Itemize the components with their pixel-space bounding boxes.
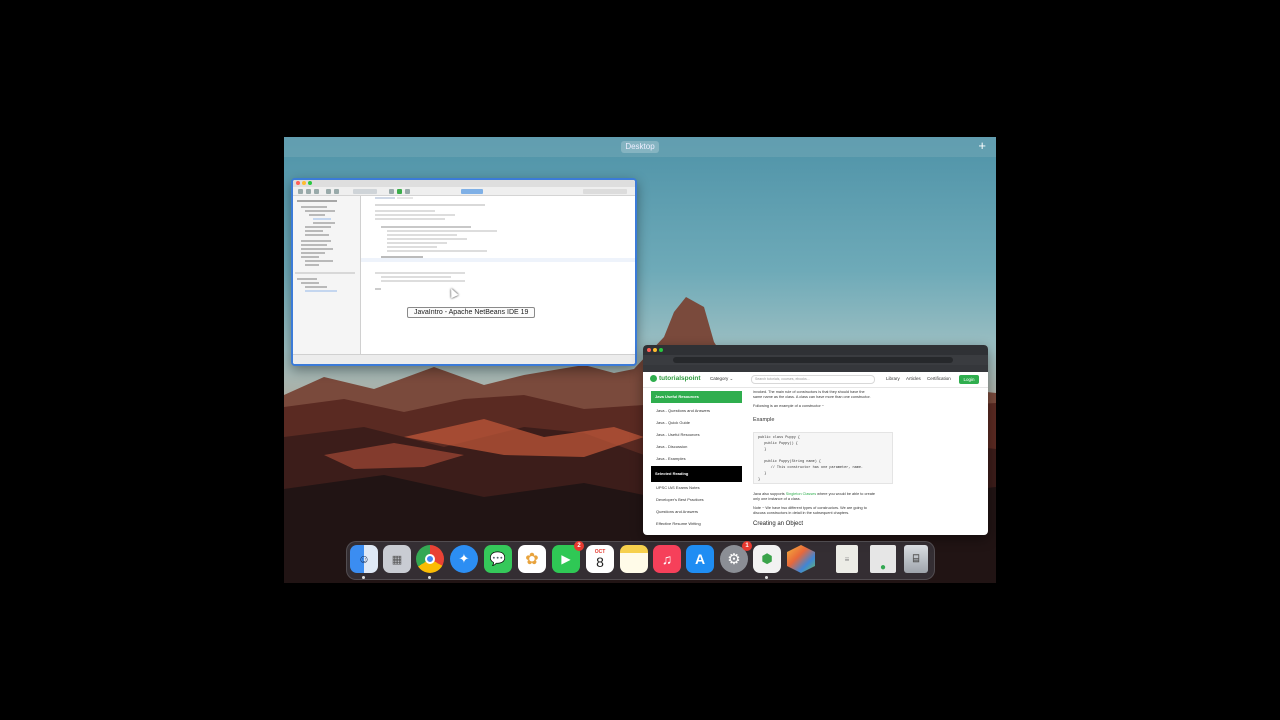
sidebar-heading-reading: Selected Reading xyxy=(651,466,742,482)
undo-icon[interactable] xyxy=(326,189,331,194)
article-paragraph: same name as the class. A class can have… xyxy=(753,395,871,399)
code-editor[interactable] xyxy=(361,196,635,354)
netbeans-toolbar xyxy=(293,187,635,196)
browser-window[interactable]: tutorialspoint Category ⌄ Search tutoria… xyxy=(643,345,988,535)
address-bar[interactable] xyxy=(673,357,953,363)
minimize-icon[interactable] xyxy=(302,181,306,185)
category-menu[interactable]: Category ⌄ xyxy=(710,376,733,382)
calendar-icon[interactable]: OCT 8 xyxy=(586,545,614,573)
sidebar-item[interactable]: Developer's Best Practices xyxy=(656,497,704,502)
article-note: discuss constructors in detail in the su… xyxy=(753,511,850,515)
creating-object-heading: Creating an Object xyxy=(753,521,804,527)
zoom-icon[interactable] xyxy=(659,348,663,352)
memory-indicator xyxy=(461,189,483,194)
app-icon[interactable]: ⬢ xyxy=(753,545,781,579)
netbeans-window[interactable]: JavaIntro - Apache NetBeans IDE 19 xyxy=(291,178,637,366)
site-search-input[interactable]: Search tutorials, courses, ebooks... xyxy=(751,375,875,384)
messages-icon[interactable]: 💬 xyxy=(484,545,512,573)
desktop-space-thumbnail[interactable]: Desktop xyxy=(621,141,659,153)
browser-toolbar xyxy=(643,355,988,365)
sidebar-item[interactable]: Effective Resume Writing xyxy=(656,521,701,526)
projects-panel[interactable] xyxy=(293,196,361,354)
sidebar-item[interactable]: UPSC IAS Exams Notes xyxy=(656,485,700,490)
article-content: invoked. The main rule of constructors i… xyxy=(753,390,978,535)
search-field[interactable] xyxy=(583,189,627,194)
bookmarks-bar xyxy=(643,365,988,372)
browser-tab-strip[interactable] xyxy=(643,345,988,355)
system-settings-icon[interactable]: ⚙ 1 xyxy=(720,541,752,573)
minimize-icon[interactable] xyxy=(653,348,657,352)
code-sample: public class Puppy { public Puppy() { } … xyxy=(753,432,893,484)
facetime-icon[interactable]: ▶ 2 xyxy=(552,541,584,573)
open-icon[interactable] xyxy=(306,189,311,194)
netbeans-status-bar xyxy=(293,354,635,364)
sidebar-item[interactable]: Java - Discussion xyxy=(656,444,687,449)
settings-badge: 1 xyxy=(742,541,752,551)
sidebar-item[interactable]: Java - Useful Resources xyxy=(656,432,700,437)
sidebar-heading-useful: Java Useful Resources xyxy=(651,391,742,403)
save-icon[interactable] xyxy=(314,189,319,194)
window-title-tooltip: JavaIntro - Apache NetBeans IDE 19 xyxy=(407,307,536,318)
example-heading: Example xyxy=(753,417,775,423)
article-paragraph: Following is an example of a constructor… xyxy=(753,404,825,408)
mission-control-screen: Desktop + JavaIntro - Apache NetBeans ID… xyxy=(284,137,996,583)
login-button[interactable]: Login xyxy=(959,375,979,384)
site-logo[interactable]: tutorialspoint xyxy=(650,375,701,382)
run-icon[interactable] xyxy=(397,189,402,194)
sidebar-item[interactable]: Questions and Answers xyxy=(656,509,698,514)
close-icon[interactable] xyxy=(647,348,651,352)
logo-icon xyxy=(650,375,657,382)
app-store-icon[interactable]: A xyxy=(686,545,714,573)
zoom-icon[interactable] xyxy=(308,181,312,185)
sidebar-item[interactable]: Java - Quick Guide xyxy=(656,420,690,425)
config-select[interactable] xyxy=(353,189,377,194)
article-sidebar: Java Useful Resources Java - Questions a… xyxy=(651,391,742,535)
build-icon[interactable] xyxy=(389,189,394,194)
close-icon[interactable] xyxy=(296,181,300,185)
nav-certification[interactable]: Certification xyxy=(927,376,951,381)
add-space-button[interactable]: + xyxy=(978,139,986,153)
singleton-link[interactable]: Singleton Classes xyxy=(786,492,816,496)
debug-icon[interactable] xyxy=(405,189,410,194)
site-header: tutorialspoint Category ⌄ Search tutoria… xyxy=(643,372,988,388)
new-file-icon[interactable] xyxy=(298,189,303,194)
facetime-badge: 2 xyxy=(574,541,584,551)
trash-icon[interactable]: ⌸ xyxy=(904,545,928,573)
nav-articles[interactable]: Articles xyxy=(906,376,921,381)
safari-icon[interactable]: ✦ xyxy=(450,545,478,573)
notes-icon[interactable] xyxy=(620,545,648,573)
document-icon[interactable]: ≡ xyxy=(836,545,858,573)
chrome-minimized-icon[interactable]: ● xyxy=(870,545,896,573)
finder-icon[interactable]: ☺ xyxy=(350,545,378,579)
sidebar-item[interactable]: Java - Questions and Answers xyxy=(656,408,710,413)
sidebar-item[interactable]: Java - Examples xyxy=(656,456,686,461)
nav-library[interactable]: Library xyxy=(886,376,900,381)
article-paragraph: only one instance of a class. xyxy=(753,497,801,501)
photos-icon[interactable]: ✿ xyxy=(518,545,546,573)
music-icon[interactable]: ♫ xyxy=(653,545,681,573)
redo-icon[interactable] xyxy=(334,189,339,194)
netbeans-title-bar[interactable] xyxy=(293,180,635,187)
chrome-icon[interactable] xyxy=(416,545,444,579)
launchpad-icon[interactable]: ▦ xyxy=(383,545,411,573)
